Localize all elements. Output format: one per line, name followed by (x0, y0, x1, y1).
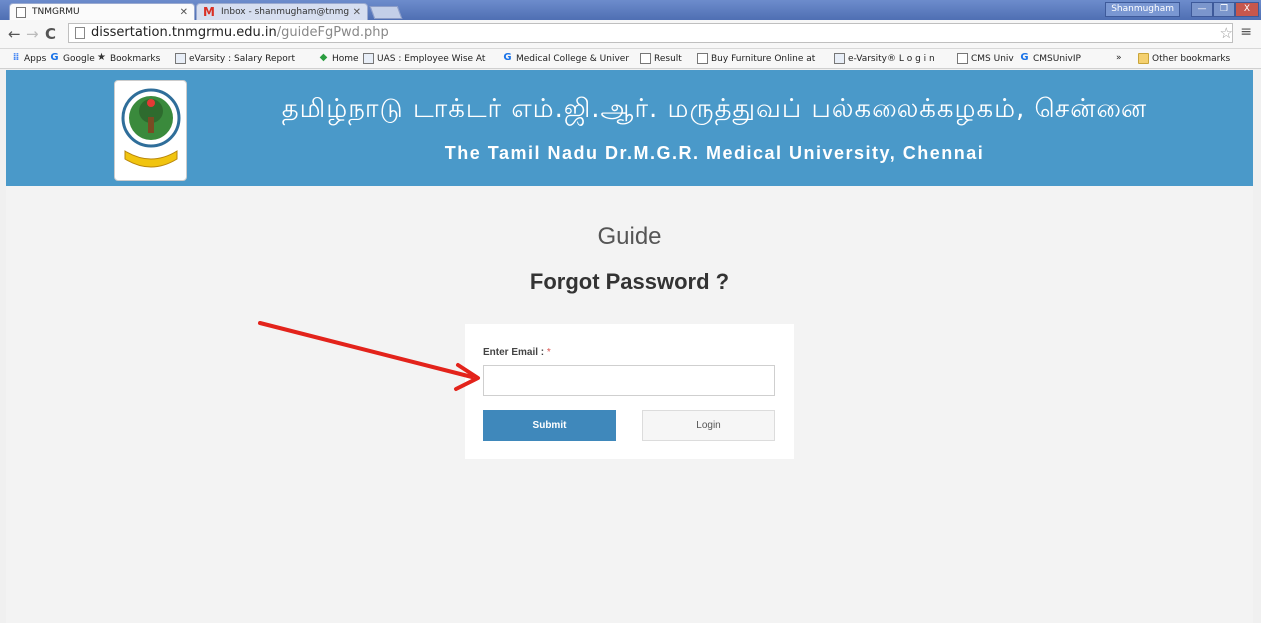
page-icon (75, 27, 85, 39)
profile-button[interactable]: Shanmugham (1105, 2, 1180, 17)
bookmark-label: Buy Furniture Online at (711, 53, 816, 64)
bookmark-bookmarks[interactable]: ★ Bookmarks (96, 53, 160, 64)
bookmark-evarsity-salary[interactable]: eVarsity : Salary Report (175, 53, 295, 64)
folder-icon (1138, 53, 1149, 64)
bookmark-medical-college[interactable]: G Medical College & Univer (502, 53, 629, 64)
star-icon: ★ (97, 52, 106, 63)
bookmarks-bar: ⁞⁞ Apps G Google ★ Bookmarks eVarsity : Sal… (0, 49, 1261, 69)
english-university-title: The Tamil Nadu Dr.M.G.R. Medical Univers… (444, 143, 985, 163)
page-icon (957, 53, 968, 64)
email-label-text: Enter Email : (483, 347, 545, 358)
tab-title: Inbox - shanmugham@tnmgr (221, 7, 349, 17)
gmail-icon: M (203, 4, 215, 19)
bookmark-label: CMSUnivIP (1033, 53, 1081, 64)
bookmark-label: Medical College & Univer (516, 53, 630, 64)
bookmark-label: e-Varsity® L o g i n (848, 53, 935, 64)
role-heading: Guide (597, 223, 662, 250)
tab-title: TNMGRMU (32, 7, 80, 17)
url-host: dissertation.tnmgrmu.edu.in (91, 25, 277, 40)
bookmark-label: Result (654, 53, 682, 64)
chart-icon (834, 53, 845, 64)
tab-gmail-inbox[interactable]: M Inbox - shanmugham@tnmgr ✕ (196, 3, 368, 20)
submit-button[interactable]: Submit (483, 410, 616, 441)
bookmark-apps[interactable]: ⁞⁞ Apps (10, 52, 47, 64)
chart-icon (363, 53, 374, 64)
bookmark-label: Bookmarks (110, 53, 161, 64)
bookmark-label: eVarsity : Salary Report (189, 53, 295, 64)
home-icon: ◆ (319, 52, 328, 63)
bookmark-uas[interactable]: UAS : Employee Wise At (363, 53, 485, 64)
menu-icon[interactable]: ≡ (1240, 24, 1252, 40)
page-icon (640, 53, 651, 64)
close-window-button[interactable]: X (1235, 2, 1259, 17)
bookmark-label: Apps (24, 53, 47, 64)
google-icon: G (50, 52, 59, 63)
url-path: /guideFgPwd.php (276, 25, 389, 40)
address-bar[interactable]: dissertation.tnmgrmu.edu.in/guideFgPwd.p… (68, 23, 1233, 43)
google-icon: G (503, 52, 512, 63)
bookmark-label: Home (332, 53, 359, 64)
back-arrow-icon[interactable]: ← (8, 25, 21, 43)
bookmark-home[interactable]: ◆ Home (318, 53, 359, 64)
chart-icon (175, 53, 186, 64)
close-icon[interactable]: ✕ (180, 7, 188, 18)
maximize-button[interactable]: ❐ (1213, 2, 1235, 17)
bookmark-label: CMS Univ (971, 53, 1014, 64)
email-field[interactable] (483, 365, 775, 396)
browser-titlebar: TNMGRMU ✕ M Inbox - shanmugham@tnmgr ✕ S… (0, 0, 1261, 20)
google-icon: G (1020, 52, 1029, 63)
reload-icon[interactable]: C (45, 25, 56, 43)
bookmark-label: » (1116, 53, 1122, 63)
forgot-password-form: Enter Email : * Submit Login (465, 324, 794, 459)
bookmark-label: Google (63, 53, 95, 64)
bookmark-furniture[interactable]: Buy Furniture Online at (697, 53, 815, 64)
bookmark-cmsunivip[interactable]: G CMSUnivIP (1019, 53, 1081, 64)
bookmark-label: Other bookmarks (1152, 53, 1231, 64)
forward-arrow-icon[interactable]: → (26, 25, 39, 43)
bookmark-result[interactable]: Result (640, 53, 682, 64)
email-label: Enter Email : * (483, 347, 551, 358)
tamil-university-title: தமிழ்நாடு டாக்டர் எம்.ஜி.ஆர். மருத்துவப்… (281, 94, 1148, 124)
bookmark-google[interactable]: G Google (49, 52, 95, 64)
bookmark-label: UAS : Employee Wise At (377, 53, 486, 64)
login-button[interactable]: Login (642, 410, 775, 441)
bookmark-star-icon[interactable]: ☆ (1220, 24, 1233, 42)
page-title: Forgot Password ? (529, 269, 730, 294)
browser-toolbar: ← → C dissertation.tnmgrmu.edu.in/guideF… (0, 20, 1261, 49)
bookmark-other[interactable]: Other bookmarks (1138, 53, 1230, 64)
apps-icon: ⁞⁞ (12, 52, 20, 63)
tab-tnmgrmu[interactable]: TNMGRMU ✕ (9, 3, 195, 20)
page-icon (697, 53, 708, 64)
minimize-button[interactable]: — (1191, 2, 1213, 17)
required-mark: * (546, 347, 551, 358)
close-icon[interactable]: ✕ (353, 7, 361, 18)
bookmarks-overflow-button[interactable]: » (1116, 53, 1122, 63)
bookmark-evarsity-login[interactable]: e-Varsity® L o g i n (834, 53, 935, 64)
page-content: தமிழ்நாடு டாக்டர் எம்.ஜி.ஆர். மருத்துவப்… (6, 70, 1253, 623)
page-icon (16, 6, 26, 18)
new-tab-button[interactable] (369, 6, 403, 19)
university-banner: தமிழ்நாடு டாக்டர் எம்.ஜி.ஆர். மருத்துவப்… (6, 70, 1253, 186)
bookmark-cms-univ[interactable]: CMS Univ (957, 53, 1014, 64)
